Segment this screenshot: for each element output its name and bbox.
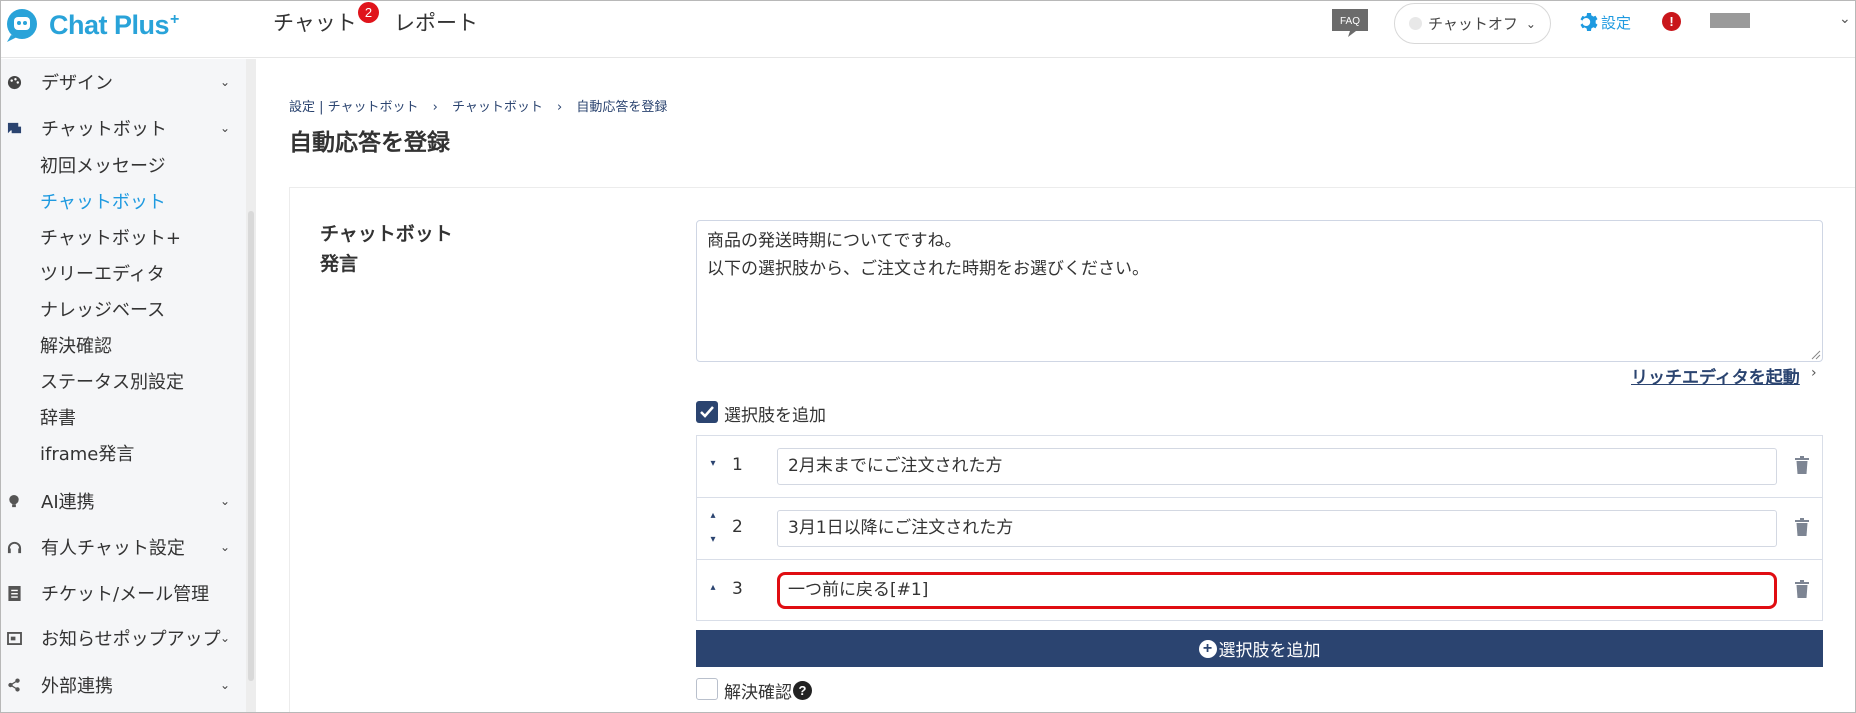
choice-input[interactable]: 2月末までにご注文された方 (777, 448, 1777, 485)
palette-icon (6, 74, 22, 90)
chat-bubble-icon (6, 120, 22, 136)
gear-icon (1580, 13, 1598, 31)
brand-name: Chat Plus+ (49, 9, 179, 40)
field-label-chatbot-message: チャットボット 発言 (320, 223, 453, 275)
resolve-confirm-label-group: 解決確認 ? (724, 678, 812, 703)
chevron-right-icon: › (1811, 365, 1817, 381)
sidebar-item-initial-message[interactable]: 初回メッセージ (40, 152, 166, 178)
page-title: 自動応答を登録 (289, 130, 450, 156)
sidebar-item-resolve-confirm[interactable]: 解決確認 (40, 332, 112, 358)
chevron-down-icon: ⌄ (220, 678, 231, 692)
list-icon (6, 585, 22, 601)
settings-button[interactable]: 設定 (1577, 10, 1631, 34)
top-header: Chat Plus+ チャット 2 レポート FAQ チャットオフ ⌄ 設定 !… (1, 1, 1855, 58)
sidebar-section-label: チャットボット (41, 119, 167, 140)
choice-number: 1 (732, 455, 743, 475)
message-textarea[interactable]: 商品の発送時期についてですね。 以下の選択肢から、ご注文された時期をお選びくださ… (696, 220, 1823, 362)
add-choice-checkbox[interactable] (696, 401, 718, 423)
breadcrumb-item-settings[interactable]: 設定 | チャットボット (289, 96, 419, 115)
breadcrumb-separator: › (557, 100, 563, 115)
choice-input[interactable]: 一つ前に戻る[#1] (777, 572, 1777, 609)
choice-row: ▴ ▾ 2 3月1日以降にご注文された方 (697, 498, 1822, 560)
chevron-down-icon: ⌄ (1525, 16, 1536, 31)
trash-icon[interactable] (1794, 518, 1810, 536)
sidebar-section-label: お知らせポップアップ (41, 629, 221, 650)
sidebar-item-tree-editor[interactable]: ツリーエディタ (40, 260, 165, 286)
choice-input[interactable]: 3月1日以降にご注文された方 (777, 510, 1777, 547)
choice-row: ▴ 3 一つ前に戻る[#1] (697, 560, 1822, 622)
sidebar-scrollbar-thumb[interactable] (248, 211, 254, 681)
choice-list: ▾ 1 2月末までにご注文された方 ▴ ▾ 2 3月1日以降にご注文された方 ▴ … (696, 435, 1823, 621)
svg-text:FAQ: FAQ (1340, 16, 1360, 27)
nav-report[interactable]: レポート (394, 7, 478, 37)
nav-chat[interactable]: チャット (273, 7, 357, 37)
rich-editor-link[interactable]: リッチエディタを起動 (1631, 363, 1800, 388)
status-dot (1409, 17, 1422, 30)
sidebar-section-label: チケット/メール管理 (41, 584, 210, 605)
breadcrumb-separator: › (432, 100, 438, 115)
trash-icon[interactable] (1794, 580, 1810, 598)
choice-row: ▾ 1 2月末までにご注文された方 (697, 436, 1822, 498)
sidebar-section-label: デザイン (41, 73, 113, 94)
sidebar-section-ai[interactable]: AI連携 ⌄ (1, 486, 246, 516)
add-choice-button[interactable]: + 選択肢を追加 (696, 630, 1823, 667)
sidebar-section-design[interactable]: デザイン ⌄ (1, 67, 246, 97)
sidebar-item-status-settings[interactable]: ステータス別設定 (40, 368, 184, 394)
faq-icon[interactable]: FAQ (1332, 9, 1368, 37)
chat-count-badge: 2 (358, 2, 379, 23)
help-icon[interactable]: ? (793, 681, 812, 700)
trash-icon[interactable] (1794, 456, 1810, 474)
sidebar-item-chatbot[interactable]: チャットボット (40, 188, 166, 214)
sidebar-section-label: 外部連携 (41, 676, 113, 697)
sidebar-section-label: AI連携 (41, 492, 95, 513)
move-down-icon[interactable]: ▾ (707, 458, 719, 470)
logo-icon (7, 9, 37, 42)
sidebar-section-ticket[interactable]: チケット/メール管理 (1, 578, 246, 608)
breadcrumb: 設定 | チャットボット › チャットボット › 自動応答を登録 (289, 96, 667, 115)
sidebar-item-knowledge-base[interactable]: ナレッジベース (40, 296, 165, 322)
sidebar-section-human-chat[interactable]: 有人チャット設定 ⌄ (1, 532, 246, 562)
sidebar-item-iframe[interactable]: iframe発言 (40, 440, 134, 466)
chat-plus-logo[interactable]: Chat Plus+ (5, 5, 179, 45)
choice-number: 3 (732, 579, 743, 599)
add-choice-button-label: 選択肢を追加 (1218, 641, 1321, 661)
resize-handle-icon[interactable] (1811, 350, 1821, 360)
bulb-icon (6, 493, 22, 509)
add-choice-checkbox-label: 選択肢を追加 (724, 406, 826, 426)
user-menu-chevron-icon[interactable]: ⌄ (1839, 11, 1851, 27)
sidebar-item-chatbot-plus[interactable]: チャットボット+ (40, 224, 181, 250)
choice-number: 2 (732, 517, 743, 537)
sidebar-item-dictionary[interactable]: 辞書 (40, 404, 76, 430)
checkmark-icon (700, 406, 714, 418)
move-up-down-icon[interactable]: ▴ ▾ (707, 510, 719, 546)
chat-status-label: チャットオフ (1428, 15, 1518, 33)
move-up-icon[interactable]: ▴ (707, 582, 719, 594)
user-avatar[interactable] (1710, 13, 1750, 28)
chevron-down-icon: ⌄ (220, 75, 231, 89)
settings-label: 設定 (1601, 13, 1632, 32)
plus-circle-icon: + (1198, 639, 1217, 658)
resolve-confirm-checkbox[interactable] (696, 678, 718, 700)
chat-status-toggle[interactable]: チャットオフ ⌄ (1394, 3, 1551, 44)
breadcrumb-item-chatbot[interactable]: チャットボット (452, 96, 543, 115)
sidebar-section-chatbot[interactable]: チャットボット ⌄ (1, 113, 246, 143)
share-icon (6, 677, 22, 693)
sidebar: デザイン ⌄ チャットボット ⌄ 初回メッセージ チャットボット チャットボット… (1, 59, 246, 712)
chevron-down-icon: ⌄ (220, 631, 231, 645)
sidebar-section-external[interactable]: 外部連携 ⌄ (1, 670, 246, 700)
headset-icon (6, 539, 22, 555)
chevron-down-icon: ⌄ (220, 494, 231, 508)
sidebar-section-popup[interactable]: お知らせポップアップ ⌄ (1, 623, 246, 653)
chevron-down-icon: ⌄ (220, 540, 231, 554)
popup-icon (6, 630, 22, 646)
sidebar-section-label: 有人チャット設定 (41, 538, 185, 559)
breadcrumb-item-current: 自動応答を登録 (576, 100, 668, 115)
alert-icon[interactable]: ! (1662, 12, 1681, 31)
chevron-down-icon: ⌄ (220, 121, 231, 135)
resolve-confirm-label: 解決確認 (724, 683, 792, 703)
